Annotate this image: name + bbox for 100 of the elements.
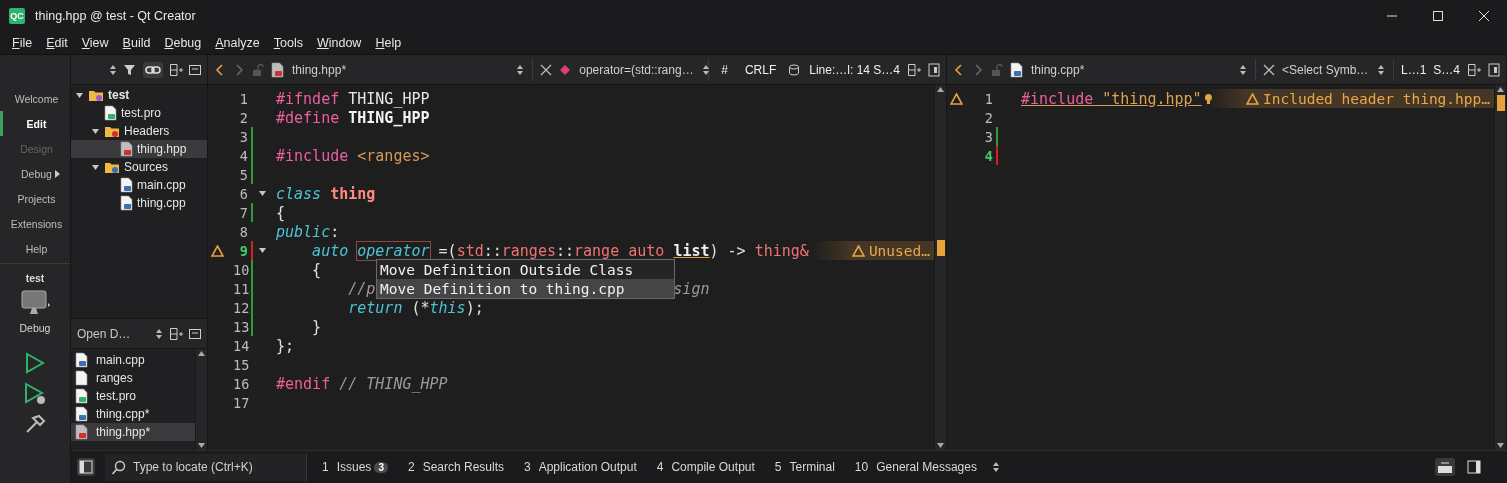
menu-item[interactable]: Move Definition Outside Class [377,260,674,279]
menu-item[interactable]: Help [368,36,409,50]
expand-arrow-icon[interactable] [75,90,84,100]
code-token: list [673,241,710,260]
split-icon[interactable] [169,62,183,77]
expand-arrow-icon[interactable] [91,126,100,136]
line-number: 4 [238,147,249,164]
line-number: 15 [233,356,251,373]
output-pane-tab[interactable]: 10 General Messages [849,460,982,474]
expand-arrow-icon[interactable] [258,189,267,198]
close-split-icon[interactable] [928,62,940,77]
tree-item[interactable]: Headers [71,122,207,140]
scrollbar[interactable] [934,85,946,450]
panel-icon [1437,460,1453,474]
tree-item[interactable]: test.pro [71,104,207,122]
output-pane-tab[interactable]: 1 Issues 3 [317,460,393,474]
tree-item[interactable]: thing.cpp [71,194,207,212]
output-pane-tab[interactable]: 4 Compile Output [651,460,760,474]
document-item[interactable]: main.cpp [71,351,195,369]
close-pane-icon[interactable] [189,63,201,76]
line-number: 7 [238,204,249,221]
status-indicator[interactable]: # [716,62,733,77]
split-icon[interactable] [907,62,921,77]
document-item[interactable]: thing.hpp* [71,423,195,441]
close-icon[interactable] [1262,63,1275,76]
sidebar-icon [79,460,93,474]
mode-tab[interactable]: Welcome [0,86,70,111]
code-token: public [276,222,331,241]
code-token: ) -> [709,241,747,260]
output-toggle[interactable] [1435,458,1455,476]
mode-tab[interactable]: Extensions [0,211,70,236]
split-icon[interactable] [169,326,183,341]
filter-icon[interactable] [123,62,137,77]
menu-item[interactable]: Move Definition to thing.cpp [377,279,674,298]
split-icon[interactable] [1467,62,1481,77]
menu-item[interactable]: Build [115,36,158,50]
output-pane-tab[interactable]: 5 Terminal [769,460,840,474]
menu-item[interactable]: Analyze [208,36,267,50]
code-token: #ifndef [276,89,340,108]
scrollbar[interactable] [1494,85,1506,450]
tree-item[interactable]: thing.hpp [71,140,207,158]
warning-marker [1497,95,1505,111]
scrollbar[interactable] [195,349,207,450]
search-icon [111,459,127,476]
expand-arrow-icon[interactable] [258,246,267,255]
menu-item[interactable]: Edit [39,36,75,50]
output-pane-tab[interactable]: 3 Application Output [519,460,642,474]
menu-item[interactable]: Tools [266,36,310,50]
code-comment: sign [673,279,710,298]
warning-icon [1246,92,1259,105]
hammer-icon [24,414,46,434]
menu-item[interactable]: View [74,36,116,50]
mode-tab[interactable]: Projects [0,186,70,211]
sidebar-toggle[interactable] [77,458,95,476]
close-split-icon[interactable] [1488,62,1500,77]
expand-arrow-icon[interactable] [91,162,100,172]
output-pane-tab[interactable]: 2 Search Results [402,460,509,474]
menu-item[interactable]: Window [309,36,369,50]
mode-tab[interactable]: Help [0,236,70,261]
document-item[interactable]: test.pro [71,387,195,405]
updown-arrows-icon[interactable] [991,461,1000,473]
locate-field[interactable]: Type to locate (Ctrl+K) [105,453,307,481]
status-indicator[interactable]: CRLF [739,62,782,77]
line-number: 3 [238,128,249,145]
file-selector[interactable]: thing.hpp* [271,58,534,81]
document-item[interactable]: ranges [71,369,195,387]
updown-arrows-icon[interactable] [1376,63,1385,76]
close-icon [1479,11,1489,21]
symbol-selector[interactable]: <Select Symb… [1281,58,1394,81]
right-sidebar-toggle[interactable] [1465,458,1483,476]
updown-arrows-icon[interactable] [516,63,525,76]
code-token: { [311,260,322,279]
document-item[interactable]: thing.cpp* [71,405,195,423]
tree-item[interactable]: test [71,86,207,104]
updown-arrows-icon[interactable] [109,63,117,76]
updown-arrows-icon[interactable] [1238,63,1247,76]
cursor-position[interactable]: S…4 [1433,62,1460,77]
project-name: test [25,272,45,284]
cursor-position[interactable]: Line:…l: 14 S…4 [809,62,900,77]
cursor-position[interactable]: L…1 [1400,62,1427,77]
code-token: #endif [276,374,331,393]
menu-item[interactable]: File [5,36,40,50]
line-number: 2 [238,109,249,126]
code-token: (* [410,298,430,317]
mode-tab[interactable]: Debug [0,161,70,186]
link-toggle[interactable] [143,61,163,78]
close-pane-icon[interactable] [189,327,201,340]
tree-item[interactable]: Sources [71,158,207,176]
code-token: class [276,184,322,203]
symbol-selector[interactable]: operator=(std::rang… [559,58,710,81]
code-token: ); [465,298,484,317]
updown-arrows-icon[interactable] [155,327,163,340]
code-token: =( [437,241,457,260]
tree-item[interactable]: main.cpp [71,176,207,194]
updown-arrows-icon[interactable] [701,63,710,76]
close-icon[interactable] [540,63,553,76]
warning-annotation: Included header thing.hpp… [1206,89,1494,108]
file-selector[interactable]: thing.cpp* [1010,58,1256,81]
menu-item[interactable]: Debug [157,36,209,50]
code-token: thing& [754,241,809,260]
